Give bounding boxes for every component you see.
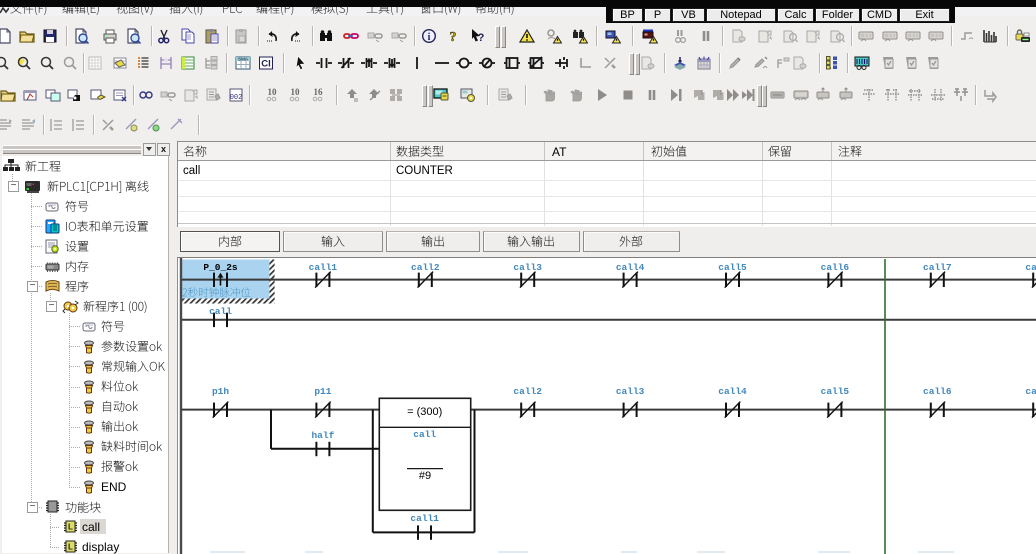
svg-text:CI: CI [261,59,271,70]
svg-text:10: 10 [268,87,278,97]
svg-text:002: 002 [230,94,243,102]
svg-text:L: L [68,543,73,552]
svg-text:?: ? [450,30,457,44]
svg-text:10: 10 [291,87,301,97]
svg-text:?: ? [478,32,485,44]
svg-text:L: L [68,523,73,532]
svg-text:16: 16 [314,87,324,97]
svg-text:SMA: SMA [238,57,249,62]
svg-text:i: i [428,32,431,43]
